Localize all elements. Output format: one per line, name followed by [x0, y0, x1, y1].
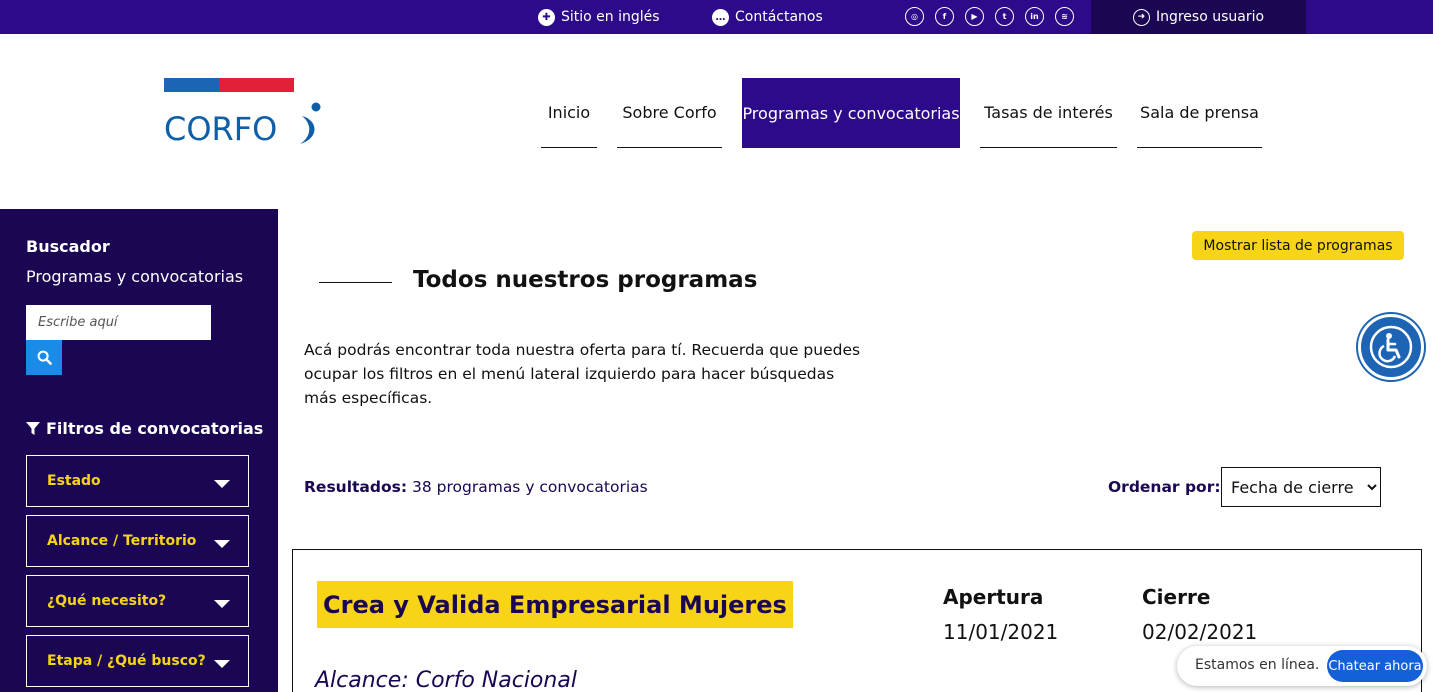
page-title: Todos nuestros programas: [413, 267, 758, 293]
filter-alcance-label: Alcance / Territorio: [47, 533, 197, 549]
title-divider: [319, 282, 392, 283]
chat-bubble-icon: …: [712, 8, 729, 26]
sidebar-title: Buscador: [26, 237, 110, 256]
order-select[interactable]: Fecha de cierre: [1221, 467, 1381, 507]
results-label: Resultados:: [304, 478, 408, 496]
filters-heading: Filtros de convocatorias: [26, 419, 263, 438]
chevron-down-icon: [214, 540, 230, 548]
results-count: Resultados: 38 programas y convocatorias: [304, 478, 648, 496]
search-icon: [37, 350, 52, 365]
nav-tasas-label: Tasas de interés: [984, 103, 1113, 122]
search-button[interactable]: [26, 340, 62, 375]
social-links: ◎ f ▶ t in ≋: [905, 7, 1074, 26]
filter-alcance[interactable]: Alcance / Territorio: [26, 515, 249, 567]
chat-now-button[interactable]: Chatear ahora: [1327, 650, 1423, 682]
english-site-label: Sitio en inglés: [561, 9, 660, 25]
linkedin-icon[interactable]: in: [1025, 7, 1044, 26]
filters-title: Filtros de convocatorias: [46, 419, 264, 438]
login-label: Ingreso usuario: [1155, 9, 1265, 25]
facebook-icon[interactable]: f: [935, 7, 954, 26]
nav-sala-prensa[interactable]: Sala de prensa: [1137, 78, 1262, 148]
filter-que-necesito-label: ¿Qué necesito?: [47, 593, 167, 609]
filter-que-necesito[interactable]: ¿Qué necesito?: [26, 575, 249, 627]
nav-inicio-label: Inicio: [547, 103, 591, 122]
twitter-icon[interactable]: t: [995, 7, 1014, 26]
close-label: Cierre: [1142, 585, 1211, 609]
logo-stripe-blue: [164, 78, 219, 92]
show-list-button[interactable]: Mostrar lista de programas: [1192, 231, 1404, 260]
contact-label: Contáctanos: [735, 9, 823, 25]
open-label: Apertura: [943, 585, 1044, 609]
open-date: 11/01/2021: [943, 620, 1059, 644]
chevron-down-icon: [214, 660, 230, 668]
corfo-logo[interactable]: CORFO: [164, 78, 324, 150]
globe-icon: ✚: [538, 8, 555, 26]
login-icon: ➜: [1132, 8, 1150, 26]
logo-figure-icon: [300, 102, 321, 144]
order-label: Ordenar por:: [1108, 478, 1221, 496]
english-site-link[interactable]: ✚ Sitio en inglés: [538, 0, 660, 34]
sidebar-subtitle: Programas y convocatorias: [26, 267, 244, 286]
chat-widget: Estamos en línea. Chatear ahora: [1177, 646, 1427, 686]
contact-link[interactable]: … Contáctanos: [712, 0, 823, 34]
filter-icon: [26, 421, 40, 435]
nav-sobre-corfo[interactable]: Sobre Corfo: [617, 78, 722, 148]
top-bar: ✚ Sitio en inglés … Contáctanos ◎ f ▶ t …: [0, 0, 1433, 34]
program-title[interactable]: Crea y Valida Empresarial Mujeres: [317, 581, 793, 628]
spotify-icon[interactable]: ≋: [1055, 7, 1074, 26]
close-date: 02/02/2021: [1142, 620, 1258, 644]
filter-estado[interactable]: Estado: [26, 455, 249, 507]
nav-sala-prensa-label: Sala de prensa: [1140, 103, 1259, 122]
login-button[interactable]: ➜ Ingreso usuario: [1091, 0, 1306, 34]
chevron-down-icon: [214, 480, 230, 488]
chat-status: Estamos en línea.: [1195, 657, 1320, 673]
nav-inicio[interactable]: Inicio: [541, 78, 597, 148]
accessibility-button[interactable]: [1358, 314, 1424, 380]
search-input[interactable]: [26, 305, 211, 340]
filter-etapa[interactable]: Etapa / ¿Qué busco?: [26, 635, 249, 687]
instagram-icon[interactable]: ◎: [905, 7, 924, 26]
program-scope: Alcance: Corfo Nacional: [315, 668, 577, 692]
nav-sobre-corfo-label: Sobre Corfo: [622, 103, 717, 122]
filter-estado-label: Estado: [47, 473, 101, 489]
results-value: 38 programas y convocatorias: [412, 478, 648, 496]
intro-text: Acá podrás encontrar toda nuestra oferta…: [304, 341, 861, 407]
youtube-icon[interactable]: ▶: [965, 7, 984, 26]
nav-tasas[interactable]: Tasas de interés: [980, 78, 1117, 148]
filter-etapa-label: Etapa / ¿Qué busco?: [47, 653, 206, 669]
nav-programas[interactable]: Programas y convocatorias: [742, 78, 960, 148]
logo-stripe-red: [219, 78, 294, 92]
wheelchair-icon: [1369, 325, 1413, 369]
chevron-down-icon: [214, 600, 230, 608]
nav-programas-label: Programas y convocatorias: [742, 103, 960, 123]
logo-text: CORFO: [164, 110, 278, 148]
sidebar: Buscador Programas y convocatorias Filtr…: [0, 209, 278, 692]
